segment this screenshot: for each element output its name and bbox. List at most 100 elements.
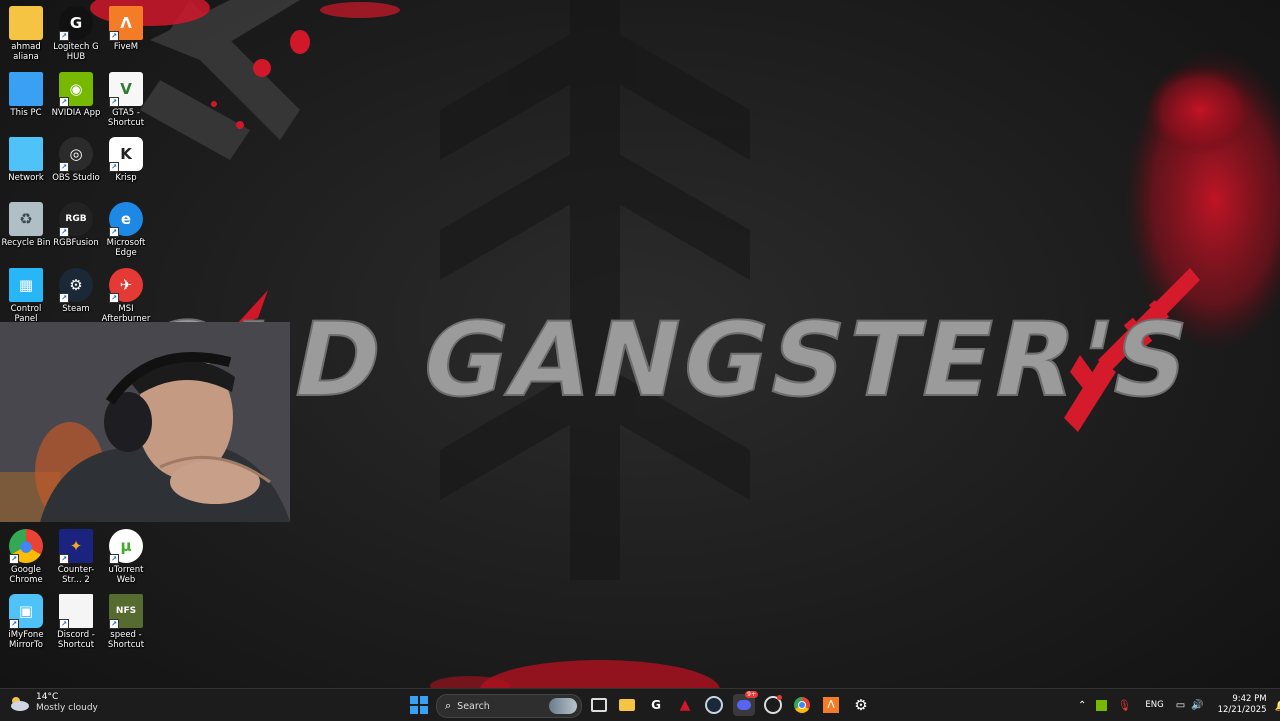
- gta5-icon: V ↗: [109, 72, 143, 107]
- shortcut-arrow-icon: ↗: [109, 162, 119, 172]
- weather-condition: Mostly cloudy: [36, 703, 98, 713]
- fivem-icon[interactable]: Λ: [820, 694, 842, 716]
- desktop-icon-counter-strike[interactable]: ✦ ↗ Counter-Str... 2: [50, 529, 102, 585]
- nvidia-icon: ◉ ↗: [59, 72, 93, 107]
- shortcut-arrow-icon: ↗: [109, 619, 119, 629]
- taskbar-search[interactable]: ⌕ Search: [436, 694, 582, 718]
- desktop-icon-label: speed - Shortcut: [107, 630, 145, 650]
- desktop-icon-chrome[interactable]: ● ↗ Google Chrome: [0, 529, 52, 585]
- desktop-icon-label: Microsoft Edge: [106, 238, 146, 258]
- desktop-icon-krisp[interactable]: K ↗ Krisp: [100, 137, 152, 183]
- desktop-icon-label: uTorrent Web: [108, 565, 144, 585]
- recycle-bin-icon: ♻: [9, 202, 43, 236]
- discord-icon[interactable]: 9+: [733, 691, 758, 716]
- weather-widget[interactable]: 14°C Mostly cloudy: [8, 692, 98, 714]
- desktop-icon-gta5[interactable]: V ↗ GTA5 - Shortcut: [100, 72, 152, 128]
- weather-temperature: 14°C: [36, 692, 59, 702]
- shortcut-arrow-icon: ↗: [59, 31, 69, 41]
- chrome-icon[interactable]: [791, 694, 813, 716]
- desktop-icon-label: RGBFusion: [53, 238, 99, 248]
- steam-icon[interactable]: [703, 694, 725, 716]
- desktop-icon-recycle-bin[interactable]: ♻ Recycle Bin: [0, 202, 52, 248]
- desktop-icon-monitor[interactable]: This PC: [0, 72, 52, 118]
- desktop-icon-label: Network: [8, 173, 44, 183]
- desktop-icon-label: Logitech G HUB: [53, 42, 99, 62]
- obs-icon[interactable]: [762, 694, 784, 716]
- language-indicator[interactable]: ENG: [1145, 700, 1163, 710]
- desktop-icon-folder[interactable]: ahmad aliana: [0, 6, 52, 62]
- logitech-g-icon[interactable]: G: [645, 694, 667, 716]
- shortcut-arrow-icon: ↗: [109, 31, 119, 41]
- fivem-icon: Λ ↗: [109, 6, 143, 41]
- folder-icon: [9, 6, 43, 40]
- desktop-icon-utorrent[interactable]: µ ↗ uTorrent Web: [100, 529, 152, 585]
- desktop-icon-rgbfusion[interactable]: RGB ↗ RGBFusion: [50, 202, 102, 248]
- desktop-icon-nvidia[interactable]: ◉ ↗ NVIDIA App: [50, 72, 102, 118]
- shortcut-arrow-icon: ↗: [59, 97, 69, 107]
- webcam-overlay: [0, 322, 290, 522]
- clock-date: 12/21/2025: [1217, 705, 1267, 715]
- chrome-icon: ● ↗: [9, 529, 43, 564]
- desktop-icon-msi-afterburner[interactable]: ✈ ↗ MSI Afterburner: [100, 268, 152, 324]
- desktop-icon-label: ahmad aliana: [11, 42, 41, 62]
- steam-icon: ⚙ ↗: [59, 268, 93, 303]
- desktop-icon-label: Control Panel: [10, 304, 42, 324]
- desktop-icon-imyfone[interactable]: ▣ ↗ iMyFone MirrorTo: [0, 594, 52, 650]
- shortcut-arrow-icon: ↗: [109, 227, 119, 237]
- desktop-icon-label: FiveM: [113, 42, 139, 52]
- settings-icon[interactable]: ⚙: [850, 694, 872, 716]
- volume-icon[interactable]: 🔊: [1191, 700, 1203, 711]
- desktop-icon-fivem[interactable]: Λ ↗ FiveM: [100, 6, 152, 52]
- microphone-icon[interactable]: 🎙: [1117, 699, 1131, 712]
- desktop-icon-edge[interactable]: e ↗ Microsoft Edge: [100, 202, 152, 258]
- windows-start-icon[interactable]: [408, 694, 430, 716]
- desktop-icon-label: Counter-Str... 2: [57, 565, 95, 585]
- network-icon[interactable]: ▭: [1176, 700, 1185, 711]
- shortcut-arrow-icon: ↗: [59, 162, 69, 172]
- desktop-icon-control-panel[interactable]: ▦ Control Panel: [0, 268, 52, 324]
- msi-afterburner-icon: ✈ ↗: [109, 268, 143, 303]
- file-explorer-icon[interactable]: [616, 694, 638, 716]
- desktop-icon-file[interactable]: ↗ Discord - Shortcut: [50, 594, 102, 650]
- desktop-icon-network[interactable]: Network: [0, 137, 52, 183]
- desktop-icon-steam[interactable]: ⚙ ↗ Steam: [50, 268, 102, 314]
- obs-icon: ◎ ↗: [59, 137, 93, 172]
- desktop-icon-label: OBS Studio: [52, 173, 100, 183]
- desktop-icon-label: This PC: [10, 108, 42, 118]
- desktop-icon-nfs[interactable]: NFS ↗ speed - Shortcut: [100, 594, 152, 650]
- notification-icon[interactable]: 🔔: [1275, 699, 1280, 712]
- logitech-g-icon: G ↗: [59, 6, 93, 41]
- desktop-icon-label: Recycle Bin: [1, 238, 51, 248]
- edge-icon: e ↗: [109, 202, 143, 237]
- desktop-icon-label: GTA5 - Shortcut: [107, 108, 145, 128]
- shortcut-arrow-icon: ↗: [59, 227, 69, 237]
- task-view-icon[interactable]: [588, 694, 610, 716]
- desktop-icon-label: Google Chrome: [9, 565, 43, 585]
- shortcut-arrow-icon: ↗: [59, 619, 69, 629]
- desktop-icon-label: Krisp: [115, 173, 137, 183]
- red-app-icon[interactable]: ▲: [674, 694, 696, 716]
- desktop-icon-obs[interactable]: ◎ ↗ OBS Studio: [50, 137, 102, 183]
- search-icon: ⌕: [445, 699, 452, 712]
- search-placeholder: Search: [457, 700, 490, 712]
- shortcut-arrow-icon: ↗: [9, 554, 19, 564]
- chevron-up-icon[interactable]: ⌃: [1078, 700, 1086, 711]
- taskbar: 14°C Mostly cloudy ⌕ Search G ▲ 9+ Λ ⚙ ⌃…: [0, 688, 1280, 721]
- clock-time: 9:42 PM: [1232, 694, 1267, 704]
- nvidia-tray-icon[interactable]: [1096, 699, 1108, 711]
- shortcut-arrow-icon: ↗: [59, 554, 69, 564]
- krisp-icon: K ↗: [109, 137, 143, 172]
- counter-strike-icon: ✦ ↗: [59, 529, 93, 564]
- shortcut-arrow-icon: ↗: [59, 293, 69, 303]
- nfs-icon: NFS ↗: [109, 594, 143, 629]
- desktop-icon-label: MSI Afterburner: [101, 304, 151, 324]
- file-icon: ↗: [59, 594, 93, 629]
- cloud-icon: [11, 697, 29, 711]
- rgbfusion-icon: RGB ↗: [59, 202, 93, 237]
- monitor-icon: [9, 72, 43, 106]
- desktop-icon-label: Discord - Shortcut: [57, 630, 95, 650]
- desktop-icon-logitech-g[interactable]: G ↗ Logitech G HUB: [50, 6, 102, 62]
- network-icon: [9, 137, 43, 171]
- control-panel-icon: ▦: [9, 268, 43, 302]
- clock[interactable]: 9:42 PM 12/21/2025: [1218, 694, 1267, 716]
